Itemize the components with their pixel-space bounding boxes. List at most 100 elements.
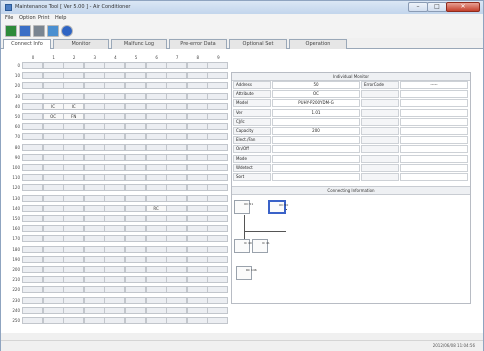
grid-cell[interactable]	[22, 204, 43, 212]
grid-cell[interactable]	[83, 235, 105, 243]
grid-cell[interactable]	[104, 204, 126, 212]
grid-cell[interactable]	[63, 245, 85, 253]
grid-cell[interactable]	[166, 153, 188, 161]
grid-cell[interactable]	[83, 113, 105, 120]
grid-cell[interactable]	[166, 245, 188, 253]
grid-cell[interactable]	[207, 72, 229, 80]
grid-cell[interactable]	[22, 164, 43, 171]
grid-cell[interactable]	[186, 113, 208, 120]
grid-cell[interactable]	[83, 286, 105, 294]
grid-cell[interactable]	[186, 184, 208, 192]
grid-cell[interactable]	[104, 306, 126, 314]
grid-cell[interactable]	[22, 245, 43, 253]
grid-cell[interactable]	[22, 62, 43, 69]
grid-cell[interactable]	[22, 153, 43, 161]
grid-cell[interactable]	[166, 306, 188, 314]
tab-monitor[interactable]: Monitor	[53, 39, 109, 49]
monitor-icon[interactable]	[47, 25, 59, 37]
grid-cell[interactable]	[83, 296, 105, 304]
grid-cell[interactable]	[104, 62, 126, 69]
grid-cell[interactable]	[104, 286, 126, 294]
grid-cell[interactable]: FN	[63, 113, 85, 120]
grid-cell[interactable]	[125, 113, 146, 120]
grid-cell[interactable]	[207, 245, 229, 253]
grid-cell[interactable]	[166, 174, 188, 182]
grid-cell[interactable]	[63, 296, 85, 304]
grid-cell[interactable]	[63, 317, 85, 324]
grid-cell[interactable]	[207, 296, 229, 304]
grid-cell[interactable]	[104, 194, 126, 202]
grid-cell[interactable]	[83, 153, 105, 161]
node-rc-146[interactable]: RC 146	[236, 266, 257, 280]
grid-cell[interactable]	[186, 92, 208, 100]
grid-cell[interactable]	[42, 235, 64, 243]
grid-cell[interactable]	[125, 194, 146, 202]
grid-cell[interactable]	[83, 276, 105, 284]
grid-cell[interactable]	[207, 215, 229, 222]
grid-cell[interactable]: OC	[42, 113, 64, 120]
grid-cell[interactable]	[207, 317, 229, 324]
grid-cell[interactable]	[63, 286, 85, 294]
grid-cell[interactable]	[42, 184, 64, 192]
grid-cell[interactable]	[125, 286, 146, 294]
grid-cell[interactable]	[63, 194, 85, 202]
grid-cell[interactable]	[63, 92, 85, 100]
grid-cell[interactable]	[207, 255, 229, 263]
grid-cell[interactable]	[22, 255, 43, 263]
grid-cell[interactable]	[207, 113, 229, 120]
grid-cell[interactable]	[145, 306, 167, 314]
grid-cell[interactable]	[22, 184, 43, 192]
grid-cell[interactable]	[207, 225, 229, 233]
grid-cell[interactable]	[83, 92, 105, 100]
grid-cell[interactable]	[145, 317, 167, 324]
grid-cell[interactable]	[83, 133, 105, 141]
grid-cell[interactable]	[145, 276, 167, 284]
grid-cell[interactable]	[166, 286, 188, 294]
grid-cell[interactable]	[145, 62, 167, 69]
grid-cell[interactable]	[22, 133, 43, 141]
grid-cell[interactable]	[125, 204, 146, 212]
grid-cell[interactable]	[125, 306, 146, 314]
grid-cell[interactable]	[186, 276, 208, 284]
grid-cell[interactable]	[166, 184, 188, 192]
tab-connect-info[interactable]: Connect Info	[3, 39, 51, 49]
grid-cell[interactable]	[145, 102, 167, 110]
grid-cell[interactable]	[104, 72, 126, 80]
grid-cell[interactable]	[42, 245, 64, 253]
grid-cell[interactable]	[22, 306, 43, 314]
grid-cell[interactable]	[104, 102, 126, 110]
grid-cell[interactable]	[207, 102, 229, 110]
grid-cell[interactable]	[125, 235, 146, 243]
grid-cell[interactable]	[186, 225, 208, 233]
grid-cell[interactable]	[186, 255, 208, 263]
grid-cell[interactable]	[83, 215, 105, 222]
grid-cell[interactable]	[186, 235, 208, 243]
tab-pre-error-data[interactable]: Pre-error Data	[169, 39, 227, 49]
grid-cell[interactable]	[166, 255, 188, 263]
grid-cell[interactable]	[207, 306, 229, 314]
grid-cell[interactable]	[166, 82, 188, 90]
grid-cell[interactable]	[22, 215, 43, 222]
grid-cell[interactable]	[166, 266, 188, 273]
grid-cell[interactable]	[186, 72, 208, 80]
grid-cell[interactable]	[104, 164, 126, 171]
grid-cell[interactable]	[207, 123, 229, 131]
grid-cell[interactable]	[125, 92, 146, 100]
grid-cell[interactable]	[166, 123, 188, 131]
grid-cell[interactable]	[166, 317, 188, 324]
grid-cell[interactable]	[145, 113, 167, 120]
node-ic-40[interactable]: IC 40	[234, 239, 252, 253]
grid-cell[interactable]	[42, 306, 64, 314]
grid-cell[interactable]	[207, 286, 229, 294]
grid-cell[interactable]	[125, 62, 146, 69]
grid-cell[interactable]: RC	[145, 204, 167, 212]
grid-cell[interactable]	[125, 102, 146, 110]
grid-cell[interactable]	[145, 164, 167, 171]
grid-cell[interactable]	[22, 276, 43, 284]
grid-cell[interactable]	[145, 123, 167, 131]
grid-cell[interactable]	[104, 184, 126, 192]
grid-cell[interactable]	[22, 235, 43, 243]
grid-cell[interactable]	[145, 184, 167, 192]
node-ic-41[interactable]: IC 41	[252, 239, 270, 253]
grid-cell[interactable]	[63, 143, 85, 151]
